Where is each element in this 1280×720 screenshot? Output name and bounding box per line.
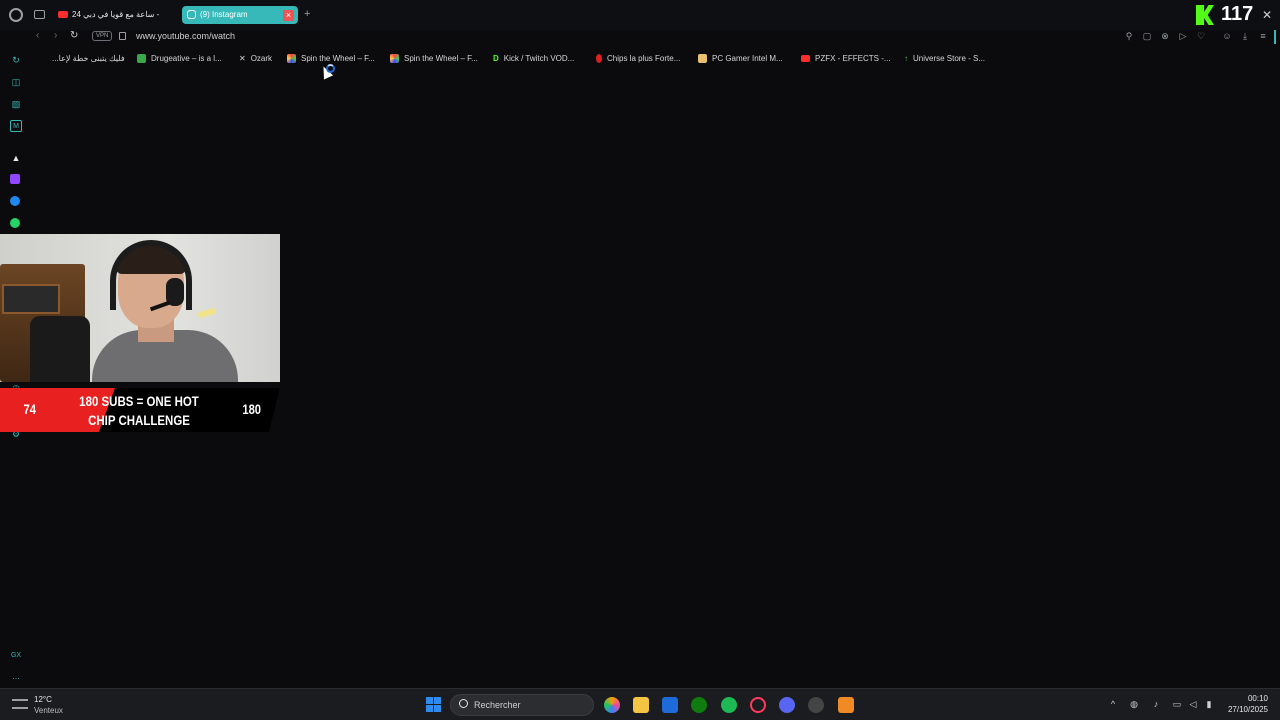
display-icon[interactable]: ▭ bbox=[1171, 698, 1183, 710]
tab-label: 24 ساعة مع قويا في دبي - bbox=[72, 10, 160, 19]
drugeative-icon bbox=[137, 54, 146, 64]
kick-icon: D bbox=[493, 54, 499, 63]
file-explorer-icon[interactable] bbox=[633, 697, 649, 713]
x-icon: ✕ bbox=[239, 54, 246, 63]
bookmark-item[interactable]: Drugeative – is a l... bbox=[137, 52, 222, 66]
forward-icon[interactable]: › bbox=[54, 30, 57, 41]
tab-bar: 24 ساعة مع قويا في دبي - (9) Instagram ×… bbox=[0, 0, 1280, 30]
new-tab-button[interactable]: + bbox=[304, 8, 310, 20]
reload-icon[interactable]: ↻ bbox=[70, 30, 78, 41]
youtube-icon bbox=[801, 55, 810, 63]
search-icon bbox=[459, 699, 468, 708]
adblock-icon[interactable]: ⊗ bbox=[1160, 31, 1170, 41]
bookmark-item[interactable]: Chips la plus Forte... bbox=[596, 52, 680, 66]
instagram-icon bbox=[187, 10, 196, 20]
spotify-icon[interactable] bbox=[721, 697, 737, 713]
app-icon[interactable] bbox=[838, 697, 854, 713]
arrow-icon: ↑ bbox=[904, 54, 908, 63]
pin-icon[interactable]: ⚲ bbox=[1124, 31, 1134, 41]
webcam-chair bbox=[30, 316, 90, 382]
loading-spinner-icon bbox=[326, 64, 335, 73]
battery-icon[interactable]: ▮ bbox=[1203, 698, 1215, 710]
sub-goal-title: 180 SUBS = ONE HOT CHIP CHALLENGE bbox=[79, 393, 199, 428]
webcam-overlay bbox=[0, 234, 280, 382]
tab-instagram[interactable]: (9) Instagram × bbox=[182, 6, 298, 24]
bookmarks-bar: ...فليك يتبنى خطة لإعا Drugeative – is a… bbox=[0, 52, 1280, 66]
clock-time[interactable]: 00:10 bbox=[1236, 694, 1268, 703]
more-icon[interactable]: ... bbox=[10, 670, 22, 682]
sub-goal-banner: 74 180 SUBS = ONE HOT CHIP CHALLENGE 180 bbox=[0, 388, 280, 432]
wheel-icon bbox=[390, 54, 399, 64]
weather-temp[interactable]: 12°C bbox=[34, 695, 52, 704]
volume-icon[interactable]: ◁ bbox=[1187, 698, 1199, 710]
opera-gx-logo-icon[interactable] bbox=[9, 8, 23, 22]
menu-icon[interactable]: ≡ bbox=[1258, 31, 1268, 41]
xbox-icon[interactable] bbox=[691, 697, 707, 713]
bookmark-item[interactable]: PC Gamer Intel M... bbox=[698, 52, 783, 66]
bookmark-item[interactable]: ✕ Ozark bbox=[239, 52, 272, 66]
youtube-icon bbox=[58, 11, 68, 19]
store-icon[interactable] bbox=[662, 697, 678, 713]
tab-youtube[interactable]: 24 ساعة مع قويا في دبي - bbox=[54, 6, 180, 24]
kick-icon[interactable]: ▲ bbox=[10, 152, 22, 164]
bookmark-item[interactable]: ↑ Universe Store - S... bbox=[904, 52, 985, 66]
history-icon[interactable]: ↻ bbox=[10, 54, 22, 66]
microphone-icon[interactable]: ♪ bbox=[1150, 698, 1162, 710]
bookmark-item[interactable]: Spin the Wheel – F... bbox=[390, 52, 478, 66]
back-icon[interactable]: ‹ bbox=[36, 30, 39, 41]
aria-icon[interactable]: ▧ bbox=[10, 98, 22, 110]
snapshot-icon[interactable]: ▢ bbox=[1142, 31, 1152, 41]
sub-goal-target: 180 bbox=[242, 401, 262, 417]
wind-icon[interactable] bbox=[12, 699, 28, 709]
windows-start-icon[interactable] bbox=[426, 697, 441, 712]
lock-icon[interactable] bbox=[119, 32, 126, 40]
gx-icon[interactable]: GX bbox=[10, 650, 22, 662]
network-icon[interactable]: ◍ bbox=[1128, 698, 1140, 710]
kick-logo-icon bbox=[1196, 5, 1214, 25]
wheel-icon bbox=[287, 54, 296, 64]
bookmark-item[interactable]: PZFX - EFFECTS -... bbox=[801, 52, 891, 66]
chili-icon bbox=[596, 54, 602, 64]
favorite-icon[interactable]: ♡ bbox=[1196, 31, 1206, 41]
clock-date[interactable]: 27/10/2025 bbox=[1220, 705, 1268, 714]
discord-icon[interactable] bbox=[779, 697, 795, 713]
copilot-icon[interactable] bbox=[604, 697, 620, 713]
vpn-badge[interactable]: VPN bbox=[92, 31, 113, 41]
divider bbox=[1274, 30, 1276, 44]
chevron-up-icon[interactable]: ^ bbox=[1107, 698, 1119, 710]
tab-switcher-icon[interactable] bbox=[34, 10, 45, 19]
search-placeholder: Rechercher bbox=[474, 700, 521, 710]
taskbar: 12°C Venteux Rechercher ^ ◍ ♪ ▭ ◁ ▮ 00:1… bbox=[0, 688, 1280, 720]
close-tab-icon[interactable]: × bbox=[283, 10, 294, 21]
account-icon[interactable]: ☺ bbox=[1222, 31, 1232, 41]
tab-label: (9) Instagram bbox=[200, 10, 248, 19]
twitch-icon[interactable] bbox=[10, 174, 20, 184]
viewer-counter: 117 bbox=[1221, 3, 1254, 25]
sub-goal-current: 74 bbox=[23, 401, 37, 417]
pc-icon bbox=[698, 54, 707, 64]
obs-icon[interactable] bbox=[808, 697, 824, 713]
weather-desc[interactable]: Venteux bbox=[34, 706, 63, 715]
address-bar: ‹ › ↻ VPN www.youtube.com/watch ⚲ ▢ ⊗ ▷ … bbox=[30, 30, 1280, 46]
mail-icon[interactable]: M bbox=[10, 120, 22, 132]
player-icon[interactable]: ▷ bbox=[1178, 31, 1188, 41]
bookmark-item[interactable]: ...فليك يتبنى خطة لإعا bbox=[52, 52, 125, 66]
search-box[interactable]: Rechercher bbox=[450, 694, 594, 716]
window-close-icon[interactable]: ✕ bbox=[1262, 8, 1272, 22]
download-icon[interactable]: ⤓ bbox=[1240, 31, 1250, 41]
bag-icon[interactable]: ◫ bbox=[10, 76, 22, 88]
opera-gx-icon[interactable] bbox=[750, 697, 766, 713]
url-field[interactable]: www.youtube.com/watch bbox=[136, 31, 235, 41]
messenger-icon[interactable] bbox=[10, 196, 20, 206]
bookmark-item[interactable]: D Kick / Twitch VOD... bbox=[493, 52, 574, 66]
whatsapp-icon[interactable] bbox=[10, 218, 20, 228]
